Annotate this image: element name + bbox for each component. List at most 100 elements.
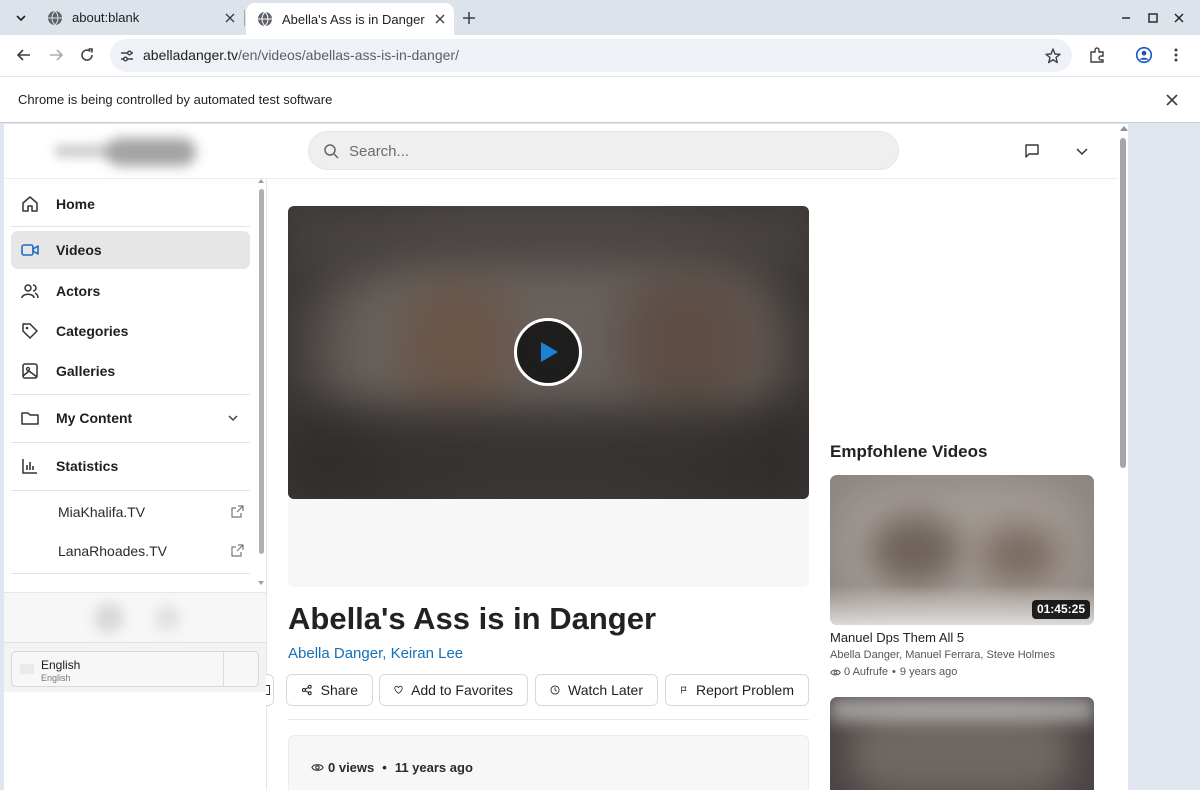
recommended-video-card[interactable]: 01:45:25 Manuel Dps Them All 5 Abella Da… [830, 475, 1094, 680]
search-bar[interactable] [308, 131, 899, 170]
address-bar[interactable]: abelladanger.tv/en/videos/abellas-ass-is… [110, 39, 1072, 72]
sidebar: Home Videos Actors Categories Galleries … [4, 179, 267, 790]
sidebar-item-statistics[interactable]: Statistics [11, 447, 250, 485]
report-problem-button[interactable]: Report Problem [665, 674, 809, 706]
recommended-video-title[interactable]: Manuel Dps Them All 5 [830, 630, 964, 645]
search-input[interactable] [349, 138, 879, 164]
view-count: 0 views [328, 760, 375, 775]
share-button[interactable]: Share [286, 674, 373, 706]
page-viewport: Home Videos Actors Categories Galleries … [4, 124, 1128, 790]
add-to-favorites-button[interactable]: Add to Favorites [379, 674, 528, 706]
tab-title: about:blank [72, 10, 140, 25]
language-divider [223, 652, 224, 686]
sidebar-link-miakhalifa[interactable]: MiaKhalifa.TV [58, 497, 248, 527]
url-text: abelladanger.tv/en/videos/abellas-ass-is… [143, 47, 459, 63]
infobar-message: Chrome is being controlled by automated … [18, 92, 333, 107]
tab-search-button[interactable] [10, 7, 32, 29]
tab-active[interactable]: Abella's Ass is in Danger [246, 3, 454, 35]
bookmark-star-icon[interactable] [1044, 47, 1062, 65]
upload-age: 9 years ago [899, 666, 958, 678]
forward-icon[interactable] [45, 44, 67, 66]
search-icon [324, 144, 339, 159]
minimize-icon[interactable] [1117, 9, 1135, 27]
recommended-heading: Empfohlene Videos [830, 442, 988, 461]
page-scrollbar[interactable] [1118, 124, 1128, 790]
chevron-down-icon[interactable] [1073, 142, 1091, 160]
language-native-name: English [41, 673, 71, 683]
flag-icon [681, 686, 687, 694]
sidebar-item-categories[interactable]: Categories [11, 312, 250, 350]
sidebar-divider [11, 442, 250, 443]
site-logo[interactable] [54, 132, 214, 172]
button-label: Report Problem [695, 682, 794, 698]
eye-icon [311, 764, 324, 771]
video-actors: Abella Danger, Keiran Lee [288, 645, 463, 662]
partial-action-button[interactable] [266, 674, 276, 706]
bar-chart-icon [22, 459, 37, 474]
duration-badge: 01:45:25 [1031, 600, 1090, 619]
reload-icon[interactable] [76, 44, 98, 66]
language-selector[interactable]: English English [11, 651, 259, 687]
video-thumbnail[interactable] [830, 697, 1094, 790]
sidebar-item-label: Actors [56, 283, 101, 299]
clock-icon [550, 685, 560, 695]
tab-separator [244, 10, 245, 26]
automation-infobar: Chrome is being controlled by automated … [0, 76, 1200, 123]
play-icon [541, 342, 558, 362]
chevron-down-icon [16, 15, 26, 22]
sidebar-link-lanarhoades[interactable]: LanaRhoades.TV [58, 536, 248, 566]
new-tab-icon[interactable] [460, 9, 478, 27]
actor-link[interactable]: Keiran Lee [391, 645, 464, 662]
sidebar-item-my-content[interactable]: My Content [11, 399, 250, 437]
site-info-icon[interactable] [117, 46, 137, 66]
maximize-icon[interactable] [1144, 9, 1162, 27]
player-placeholder [288, 499, 809, 587]
eye-icon [830, 669, 841, 675]
heart-icon [394, 685, 403, 694]
folder-icon [21, 412, 39, 425]
chat-bubble-icon[interactable] [1023, 142, 1041, 160]
back-icon[interactable] [13, 44, 35, 66]
sidebar-item-actors[interactable]: Actors [11, 272, 250, 310]
recommended-video-meta: 0 Aufrufe • 9 years ago [830, 666, 957, 678]
sidebar-link-label: LanaRhoades.TV [58, 543, 167, 559]
profile-icon[interactable] [1133, 44, 1155, 66]
window-close-icon[interactable] [1170, 9, 1188, 27]
site-header [4, 124, 1118, 179]
watch-later-button[interactable]: Watch Later [535, 674, 658, 706]
video-player[interactable] [288, 206, 809, 499]
video-stats-card: 0 views • 11 years ago [288, 735, 809, 790]
sidebar-item-label: Categories [56, 323, 129, 339]
sidebar-item-label: Statistics [56, 458, 119, 474]
tab-about-blank[interactable]: about:blank [36, 0, 244, 35]
tab-title: Abella's Ass is in Danger [282, 11, 425, 27]
sidebar-scrollbar[interactable] [258, 179, 266, 589]
view-count: 0 Aufrufe [844, 666, 889, 678]
sidebar-item-videos[interactable]: Videos [11, 231, 250, 269]
close-tab-icon[interactable] [222, 10, 238, 26]
actor-link[interactable]: Abella Danger [288, 645, 382, 662]
actor-separator: , [382, 645, 391, 662]
external-link-icon [231, 544, 244, 557]
play-button[interactable] [514, 318, 582, 386]
extensions-icon[interactable] [1086, 44, 1108, 66]
close-tab-icon[interactable] [432, 11, 448, 27]
sidebar-item-label: Home [56, 196, 95, 212]
sidebar-item-home[interactable]: Home [11, 185, 250, 223]
image-icon [22, 363, 38, 379]
close-icon[interactable] [1164, 92, 1180, 108]
upload-age: 11 years ago [394, 760, 473, 775]
sidebar-item-galleries[interactable]: Galleries [11, 352, 250, 390]
video-thumbnail[interactable]: 01:45:25 [830, 475, 1094, 625]
language-section: English English [4, 642, 266, 692]
sidebar-item-label: My Content [56, 410, 133, 426]
video-title: Abella's Ass is in Danger [288, 601, 657, 636]
tag-icon [22, 323, 38, 339]
sidebar-footer-blurred [4, 592, 266, 642]
more-menu-icon[interactable] [1165, 44, 1187, 66]
video-stats: 0 views • 11 years ago [311, 760, 473, 775]
tab-strip: about:blank Abella's Ass is in Danger [0, 0, 1200, 35]
video-camera-icon [21, 244, 39, 256]
button-label: Watch Later [568, 682, 643, 698]
sidebar-item-label: Galleries [56, 363, 116, 379]
